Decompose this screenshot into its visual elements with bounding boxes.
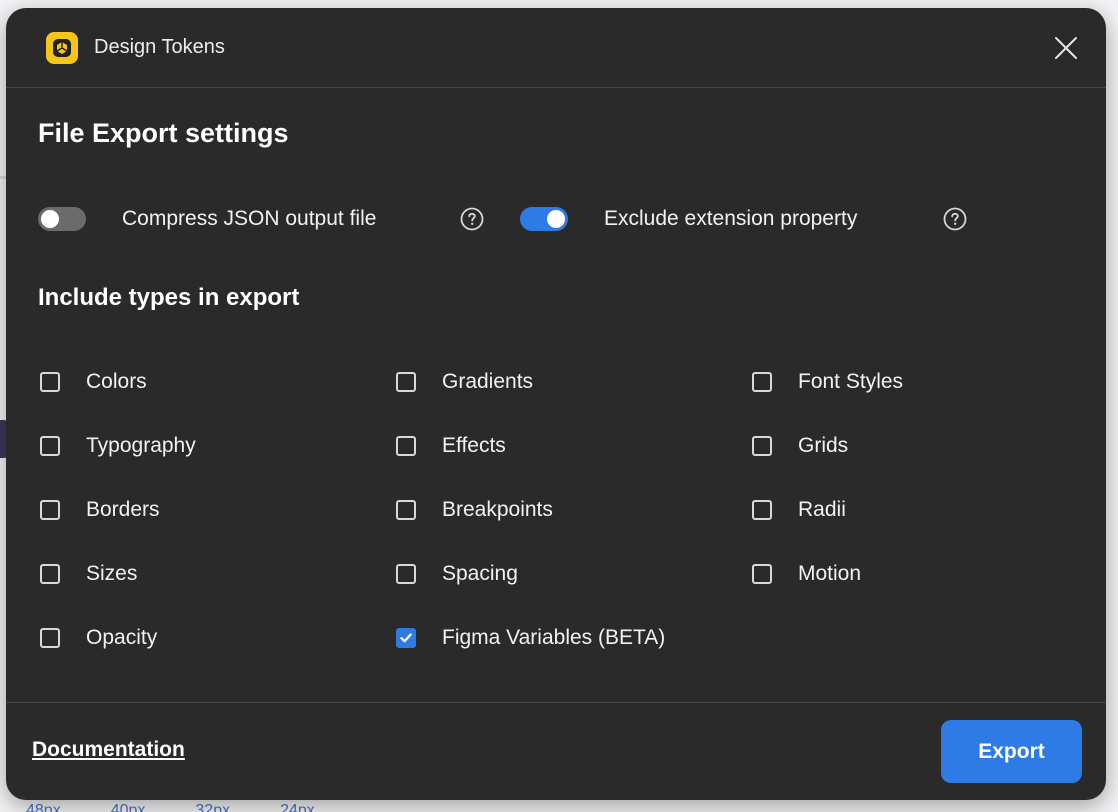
checkbox-box[interactable] — [752, 436, 772, 456]
checkbox-gradients[interactable]: Gradients — [396, 367, 533, 397]
background-size-value: 24px — [280, 802, 315, 812]
checkbox-box[interactable] — [40, 500, 60, 520]
checkbox-sizes[interactable]: Sizes — [40, 559, 137, 589]
checkbox-box[interactable] — [40, 436, 60, 456]
checkmark-icon — [400, 633, 412, 643]
checkbox-motion[interactable]: Motion — [752, 559, 861, 589]
exclude-extension-toggle[interactable] — [520, 207, 568, 231]
design-tokens-logo-icon — [46, 32, 78, 64]
background-size-value: 48px — [26, 802, 61, 812]
checkbox-label: Figma Variables (BETA) — [442, 626, 666, 649]
checkbox-box[interactable] — [40, 628, 60, 648]
modal-header: Design Tokens — [6, 8, 1106, 88]
checkbox-label: Typography — [86, 434, 196, 457]
checkbox-colors[interactable]: Colors — [40, 367, 147, 397]
checkbox-label: Colors — [86, 370, 147, 393]
checkbox-spacing[interactable]: Spacing — [396, 559, 518, 589]
checkbox-box[interactable] — [396, 564, 416, 584]
checkbox-box[interactable] — [752, 564, 772, 584]
checkbox-effects[interactable]: Effects — [396, 431, 506, 461]
checkbox-label: Effects — [442, 434, 506, 457]
checkbox-box[interactable] — [40, 564, 60, 584]
checkbox-font-styles[interactable]: Font Styles — [752, 367, 903, 397]
checkbox-box-checked[interactable] — [396, 628, 416, 648]
documentation-link[interactable]: Documentation — [32, 738, 185, 762]
checkbox-label: Breakpoints — [442, 498, 553, 521]
checkbox-box[interactable] — [752, 372, 772, 392]
compress-json-toggle[interactable] — [38, 207, 86, 231]
export-button[interactable]: Export — [941, 720, 1082, 783]
checkbox-label: Borders — [86, 498, 160, 521]
compress-json-label: Compress JSON output file — [122, 207, 377, 230]
footer-divider — [6, 702, 1106, 703]
checkbox-label: Font Styles — [798, 370, 904, 393]
help-icon[interactable] — [943, 207, 967, 231]
checkbox-box[interactable] — [396, 500, 416, 520]
checkbox-label: Gradients — [442, 370, 534, 393]
toggle-knob — [547, 210, 565, 228]
checkbox-borders[interactable]: Borders — [40, 495, 160, 525]
checkbox-label: Grids — [798, 434, 849, 457]
design-tokens-modal: Design Tokens File Export settings Compr… — [6, 8, 1106, 800]
export-settings-heading: File Export settings — [38, 118, 289, 148]
checkbox-typography[interactable]: Typography — [40, 431, 196, 461]
checkbox-figma-variables[interactable]: Figma Variables (BETA) — [396, 623, 665, 653]
background-size-value: 32px — [195, 802, 231, 812]
checkbox-box[interactable] — [752, 500, 772, 520]
checkbox-box[interactable] — [396, 372, 416, 392]
help-icon[interactable] — [460, 207, 484, 231]
close-icon[interactable] — [1052, 34, 1080, 62]
checkbox-label: Sizes — [86, 562, 138, 585]
checkbox-box[interactable] — [396, 436, 416, 456]
modal-title: Design Tokens — [94, 36, 225, 58]
checkbox-label: Opacity — [86, 626, 158, 649]
checkbox-grids[interactable]: Grids — [752, 431, 848, 461]
include-types-heading: Include types in export — [38, 284, 300, 311]
checkbox-label: Spacing — [442, 562, 518, 585]
exclude-extension-label: Exclude extension property — [604, 207, 858, 230]
background-size-value: 40px — [110, 802, 146, 812]
toggle-knob — [41, 210, 59, 228]
checkbox-radii[interactable]: Radii — [752, 495, 846, 525]
checkbox-box[interactable] — [40, 372, 60, 392]
checkbox-label: Motion — [798, 562, 862, 585]
checkbox-breakpoints[interactable]: Breakpoints — [396, 495, 553, 525]
checkbox-label: Radii — [798, 498, 846, 521]
checkbox-opacity[interactable]: Opacity — [40, 623, 157, 653]
